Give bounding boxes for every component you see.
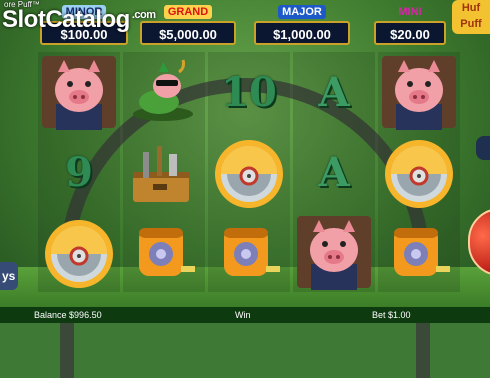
reel-cell [38,52,120,132]
pig-icon [378,52,460,137]
jackpot-value: $20.00 [374,21,446,45]
win-display: Win [235,310,251,320]
saw-blade-icon [378,132,460,217]
reel-cell: A [293,132,375,212]
reel-cell [123,212,205,292]
bet-label: Bet [372,310,386,320]
reel-4: AA [293,52,375,292]
reel-cell [293,212,375,292]
reel-grid: 9 10 A A [38,52,460,292]
reel-2 [123,52,205,292]
reel-cell [378,132,460,212]
piggy-sunglasses-icon [123,52,205,137]
jackpot-label: MINI [398,6,422,18]
watermark-text: SlotCatalog [2,6,130,33]
game-logo: Huf Puff [452,0,490,34]
balance-label: Balance [34,310,67,320]
jackpot-mini: MINI $20.00 [374,2,446,45]
jackpot-label: GRAND [163,5,213,19]
pig-icon [293,212,375,297]
bet-value: $1.00 [388,310,411,320]
reel-1: 9 [38,52,120,292]
symbol-10: 10 [221,68,277,116]
reel-3: 10 [208,52,290,292]
reel-cell [208,212,290,292]
bet-display: Bet $1.00 [372,310,411,320]
symbol-a: A [318,68,350,116]
pig-icon [38,52,120,137]
jackpot-label: MAJOR [278,5,326,19]
symbol-a: A [318,148,350,196]
watermark: SlotCatalog .com [2,6,156,34]
balance-display: Balance $996.50 [34,310,102,320]
watermark-suffix: .com [131,9,156,21]
jackpot-major: MAJOR $1,000.00 [254,2,350,45]
reel-cell [208,132,290,212]
reel-cell: 10 [208,52,290,132]
tape-measure-icon [208,212,290,297]
left-menu-tab-label: ys [2,269,16,283]
tape-measure-icon [378,212,460,297]
reel-cell [123,132,205,212]
left-menu-tab[interactable]: ys [0,262,18,290]
reel-cell [123,52,205,132]
reel-cell [378,52,460,132]
reel-cell [378,212,460,292]
balance-value: $996.50 [69,310,102,320]
reel-cell [38,212,120,292]
reel-5 [378,52,460,292]
toolbox-icon [123,132,205,217]
saw-blade-icon [38,212,120,297]
symbol-9: 9 [65,148,93,196]
tape-measure-icon [123,212,205,297]
bottom-status-bar: Balance $996.50 Win Bet $1.00 [0,307,490,323]
saw-blade-icon [208,132,290,217]
reel-cell: 9 [38,132,120,212]
reel-cell: A [293,52,375,132]
jackpot-value: $1,000.00 [254,21,350,45]
win-label: Win [235,310,251,320]
right-side-button[interactable] [476,136,490,160]
